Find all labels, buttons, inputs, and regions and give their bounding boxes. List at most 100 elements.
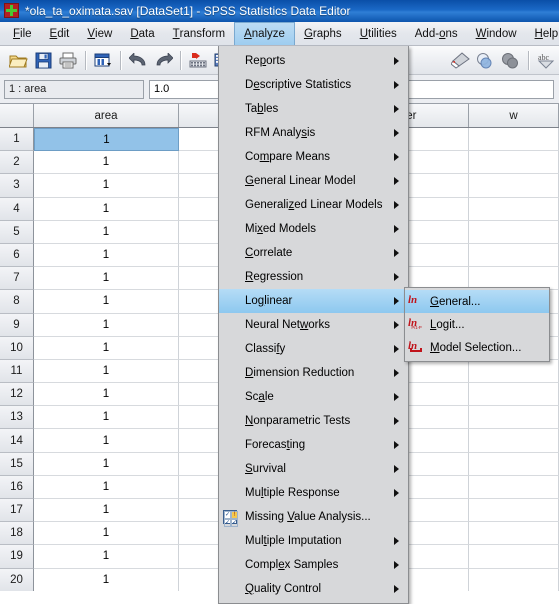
menu-item-generalized-linear-models[interactable]: Generalized Linear Models bbox=[219, 193, 408, 217]
row-number[interactable]: 1 bbox=[0, 128, 34, 152]
menu-item-general-linear-model[interactable]: General Linear Model bbox=[219, 169, 408, 193]
menu-data[interactable]: Data bbox=[121, 22, 163, 45]
cell-next[interactable] bbox=[469, 429, 559, 453]
cell-area[interactable]: 1 bbox=[34, 499, 179, 523]
menu-item-classify[interactable]: Classify bbox=[219, 337, 408, 361]
row-number[interactable]: 12 bbox=[0, 383, 34, 407]
column-header-area[interactable]: area bbox=[34, 104, 179, 127]
cell-area[interactable]: 1 bbox=[34, 522, 179, 546]
cell-next[interactable] bbox=[469, 499, 559, 523]
cell-next[interactable] bbox=[469, 452, 559, 476]
cell-next[interactable] bbox=[469, 174, 559, 198]
row-number[interactable]: 20 bbox=[0, 568, 34, 591]
submenu-item-logit[interactable]: ln P/1-P Logit... bbox=[405, 313, 549, 336]
menu-item-tables[interactable]: Tables bbox=[219, 97, 408, 121]
submenu-item-general[interactable]: ln General... bbox=[405, 290, 549, 313]
cell-area[interactable]: 1 bbox=[34, 290, 179, 314]
menu-item-compare-means[interactable]: Compare Means bbox=[219, 145, 408, 169]
column-header-next[interactable]: w bbox=[469, 104, 559, 127]
cell-area[interactable]: 1 bbox=[34, 313, 179, 337]
cell-area[interactable]: 1 bbox=[34, 359, 179, 384]
menu-item-missing-value-analysis[interactable]: ✓! ✓ ✓ Missing Value Analysis... bbox=[219, 505, 408, 529]
menu-edit[interactable]: Edit bbox=[41, 22, 79, 45]
cell-area[interactable]: 1 bbox=[34, 336, 179, 360]
menu-item-scale[interactable]: Scale bbox=[219, 385, 408, 409]
cell-next[interactable] bbox=[469, 522, 559, 546]
row-number[interactable]: 10 bbox=[0, 336, 34, 360]
menu-item-neural-networks[interactable]: Neural Networks bbox=[219, 313, 408, 337]
row-number[interactable]: 6 bbox=[0, 243, 34, 268]
menu-item-rfm-analysis[interactable]: RFM Analysis bbox=[219, 121, 408, 145]
menu-item-quality-control[interactable]: Quality Control bbox=[219, 577, 408, 601]
cell-next[interactable] bbox=[469, 220, 559, 244]
cell-area[interactable]: 1 bbox=[34, 406, 179, 430]
cell-area[interactable]: 1 bbox=[34, 243, 179, 268]
menu-item-multiple-imputation[interactable]: Multiple Imputation bbox=[219, 529, 408, 553]
cell-area[interactable]: 1 bbox=[34, 220, 179, 244]
cell-next[interactable] bbox=[469, 383, 559, 407]
menu-item-survival[interactable]: Survival bbox=[219, 457, 408, 481]
cell-next[interactable] bbox=[469, 475, 559, 499]
menu-item-complex-samples[interactable]: Complex Samples bbox=[219, 553, 408, 577]
row-number[interactable]: 15 bbox=[0, 452, 34, 476]
cell-next[interactable] bbox=[469, 406, 559, 430]
row-number[interactable]: 3 bbox=[0, 174, 34, 198]
menu-help[interactable]: Help bbox=[526, 22, 559, 45]
cell-area[interactable]: 1 bbox=[34, 267, 179, 291]
row-number[interactable]: 8 bbox=[0, 290, 34, 314]
cell-area[interactable]: 1 bbox=[34, 383, 179, 407]
recall-dialogs-icon[interactable] bbox=[91, 49, 115, 72]
menu-graphs[interactable]: Graphs bbox=[295, 22, 351, 45]
menu-item-descriptive-statistics[interactable]: Descriptive Statistics bbox=[219, 73, 408, 97]
cell-area[interactable]: 1 bbox=[34, 475, 179, 499]
loglinear-submenu[interactable]: ln General... ln P/1-P Logit... ln Model Selec… bbox=[404, 287, 550, 362]
find-icon[interactable] bbox=[449, 49, 473, 72]
cell-next[interactable] bbox=[469, 243, 559, 268]
menu-item-regression[interactable]: Regression bbox=[219, 265, 408, 289]
redo-icon[interactable] bbox=[151, 49, 175, 72]
undo-icon[interactable] bbox=[126, 49, 150, 72]
menu-item-nonparametric-tests[interactable]: Nonparametric Tests bbox=[219, 409, 408, 433]
cell-area[interactable]: 1 bbox=[34, 151, 179, 175]
row-number[interactable]: 14 bbox=[0, 429, 34, 453]
analyze-dropdown-menu[interactable]: Reports Descriptive Statistics Tables RFM A… bbox=[218, 46, 409, 604]
cell-next[interactable] bbox=[469, 545, 559, 569]
row-number[interactable]: 7 bbox=[0, 267, 34, 291]
cell-area[interactable]: 1 bbox=[34, 128, 179, 152]
menu-window[interactable]: Window bbox=[467, 22, 526, 45]
row-number[interactable]: 9 bbox=[0, 313, 34, 337]
menu-item-loglinear[interactable]: Loglinear bbox=[219, 289, 408, 313]
cell-next[interactable] bbox=[469, 151, 559, 175]
row-number[interactable]: 2 bbox=[0, 151, 34, 175]
cell-area[interactable]: 1 bbox=[34, 568, 179, 591]
cell-area[interactable]: 1 bbox=[34, 429, 179, 453]
menu-item-multiple-response[interactable]: Multiple Response bbox=[219, 481, 408, 505]
menu-item-reports[interactable]: Reports bbox=[219, 49, 408, 73]
cell-next[interactable] bbox=[469, 128, 559, 152]
menu-analyze[interactable]: Analyze bbox=[234, 22, 295, 45]
menu-add-ons[interactable]: Add-o ns bbox=[406, 22, 467, 45]
menu-item-forecasting[interactable]: Forecasting bbox=[219, 433, 408, 457]
value-labels-icon[interactable]: abc bbox=[534, 49, 558, 72]
cell-area[interactable]: 1 bbox=[34, 174, 179, 198]
row-number[interactable]: 13 bbox=[0, 406, 34, 430]
menu-item-mixed-models[interactable]: Mixed Models bbox=[219, 217, 408, 241]
cell-next[interactable] bbox=[469, 359, 559, 384]
menu-transform[interactable]: Transform bbox=[164, 22, 234, 45]
cell-next[interactable] bbox=[469, 197, 559, 221]
menu-file[interactable]: File bbox=[4, 22, 41, 45]
menu-utilities[interactable]: Utilities bbox=[351, 22, 406, 45]
menu-view[interactable]: View bbox=[78, 22, 121, 45]
goto-case-icon[interactable] bbox=[186, 49, 210, 72]
cell-area[interactable]: 1 bbox=[34, 197, 179, 221]
split-file-icon[interactable] bbox=[499, 49, 523, 72]
save-icon[interactable] bbox=[31, 49, 55, 72]
row-number[interactable]: 16 bbox=[0, 475, 34, 499]
print-icon[interactable] bbox=[56, 49, 80, 72]
insert-case-icon[interactable] bbox=[474, 49, 498, 72]
menu-item-correlate[interactable]: Correlate bbox=[219, 241, 408, 265]
submenu-item-model-selection[interactable]: ln Model Selection... bbox=[405, 336, 549, 359]
row-number[interactable]: 19 bbox=[0, 545, 34, 569]
cell-area[interactable]: 1 bbox=[34, 545, 179, 569]
row-number[interactable]: 18 bbox=[0, 522, 34, 546]
